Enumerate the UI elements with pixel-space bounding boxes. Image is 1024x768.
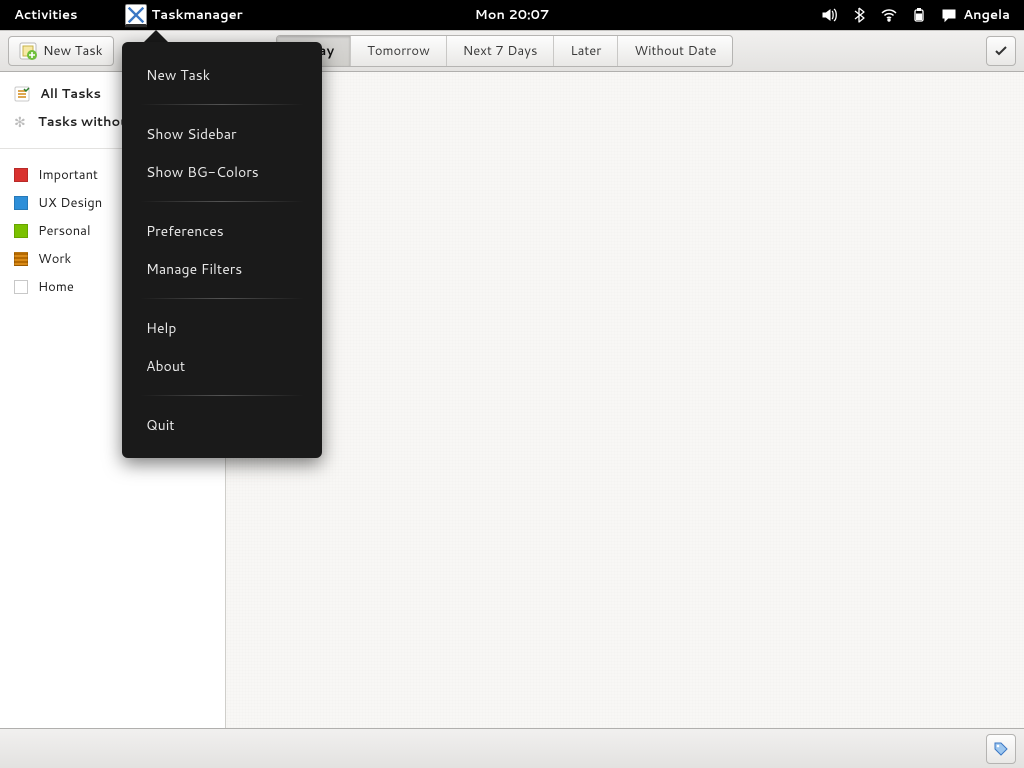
color-swatch-red bbox=[14, 168, 28, 182]
add-icon bbox=[19, 42, 37, 60]
tag-icon bbox=[993, 741, 1009, 757]
tag-label: Home bbox=[38, 278, 74, 296]
menu-about[interactable]: About bbox=[122, 347, 322, 385]
user-menu[interactable]: Angela bbox=[941, 6, 1010, 24]
username: Angela bbox=[963, 6, 1010, 24]
new-task-label: New Task bbox=[43, 42, 103, 60]
menu-manage-filters[interactable]: Manage Filters bbox=[122, 250, 322, 288]
tab-later[interactable]: Later bbox=[554, 36, 618, 66]
sidebar-all-tasks-label: All Tasks bbox=[40, 85, 101, 103]
tab-tomorrow[interactable]: Tomorrow bbox=[351, 36, 447, 66]
tag-label: Work bbox=[38, 250, 71, 268]
app-menu-panel: New Task Show Sidebar Show BG-Colors Pre… bbox=[122, 42, 322, 458]
menu-show-bg-colors[interactable]: Show BG-Colors bbox=[122, 153, 322, 191]
date-filter-tabs: Today Tomorrow Next 7 Days Later Without… bbox=[276, 35, 734, 67]
color-swatch-blue bbox=[14, 196, 28, 210]
star-icon: ✻ bbox=[14, 115, 28, 129]
task-content-area bbox=[226, 72, 1024, 728]
menu-new-task[interactable]: New Task bbox=[122, 56, 322, 94]
menu-help[interactable]: Help bbox=[122, 309, 322, 347]
chat-icon bbox=[941, 7, 957, 23]
menu-separator bbox=[140, 201, 304, 202]
check-icon bbox=[994, 44, 1008, 58]
tag-tool-button[interactable] bbox=[986, 734, 1016, 764]
gnome-top-bar: Activities Taskmanager Mon 20:07 Angela bbox=[0, 0, 1024, 30]
menu-arrow bbox=[144, 30, 168, 42]
app-icon[interactable] bbox=[122, 1, 150, 29]
tab-next7[interactable]: Next 7 Days bbox=[447, 36, 555, 66]
menu-separator bbox=[140, 104, 304, 105]
wifi-icon[interactable] bbox=[881, 7, 897, 23]
menu-show-sidebar[interactable]: Show Sidebar bbox=[122, 115, 322, 153]
bluetooth-icon[interactable] bbox=[851, 7, 867, 23]
confirm-button[interactable] bbox=[986, 36, 1016, 66]
menu-preferences[interactable]: Preferences bbox=[122, 212, 322, 250]
bottom-bar bbox=[0, 728, 1024, 768]
list-icon bbox=[14, 86, 30, 102]
tab-without-date[interactable]: Without Date bbox=[618, 36, 732, 66]
color-swatch-orange bbox=[14, 252, 28, 266]
clock[interactable]: Mon 20:07 bbox=[475, 6, 550, 24]
system-tray: Angela bbox=[821, 6, 1024, 24]
activities-button[interactable]: Activities bbox=[0, 6, 92, 24]
menu-separator bbox=[140, 298, 304, 299]
menu-quit[interactable]: Quit bbox=[122, 406, 322, 444]
tag-label: Important bbox=[38, 166, 98, 184]
battery-icon[interactable] bbox=[911, 7, 927, 23]
tag-label: UX Design bbox=[38, 194, 102, 212]
menu-separator bbox=[140, 395, 304, 396]
volume-icon[interactable] bbox=[821, 7, 837, 23]
color-swatch-green bbox=[14, 224, 28, 238]
app-menu: New Task Show Sidebar Show BG-Colors Pre… bbox=[122, 30, 322, 458]
new-task-button[interactable]: New Task bbox=[8, 36, 114, 66]
color-swatch-empty bbox=[14, 280, 28, 294]
app-name[interactable]: Taskmanager bbox=[150, 6, 257, 24]
tag-label: Personal bbox=[38, 222, 91, 240]
